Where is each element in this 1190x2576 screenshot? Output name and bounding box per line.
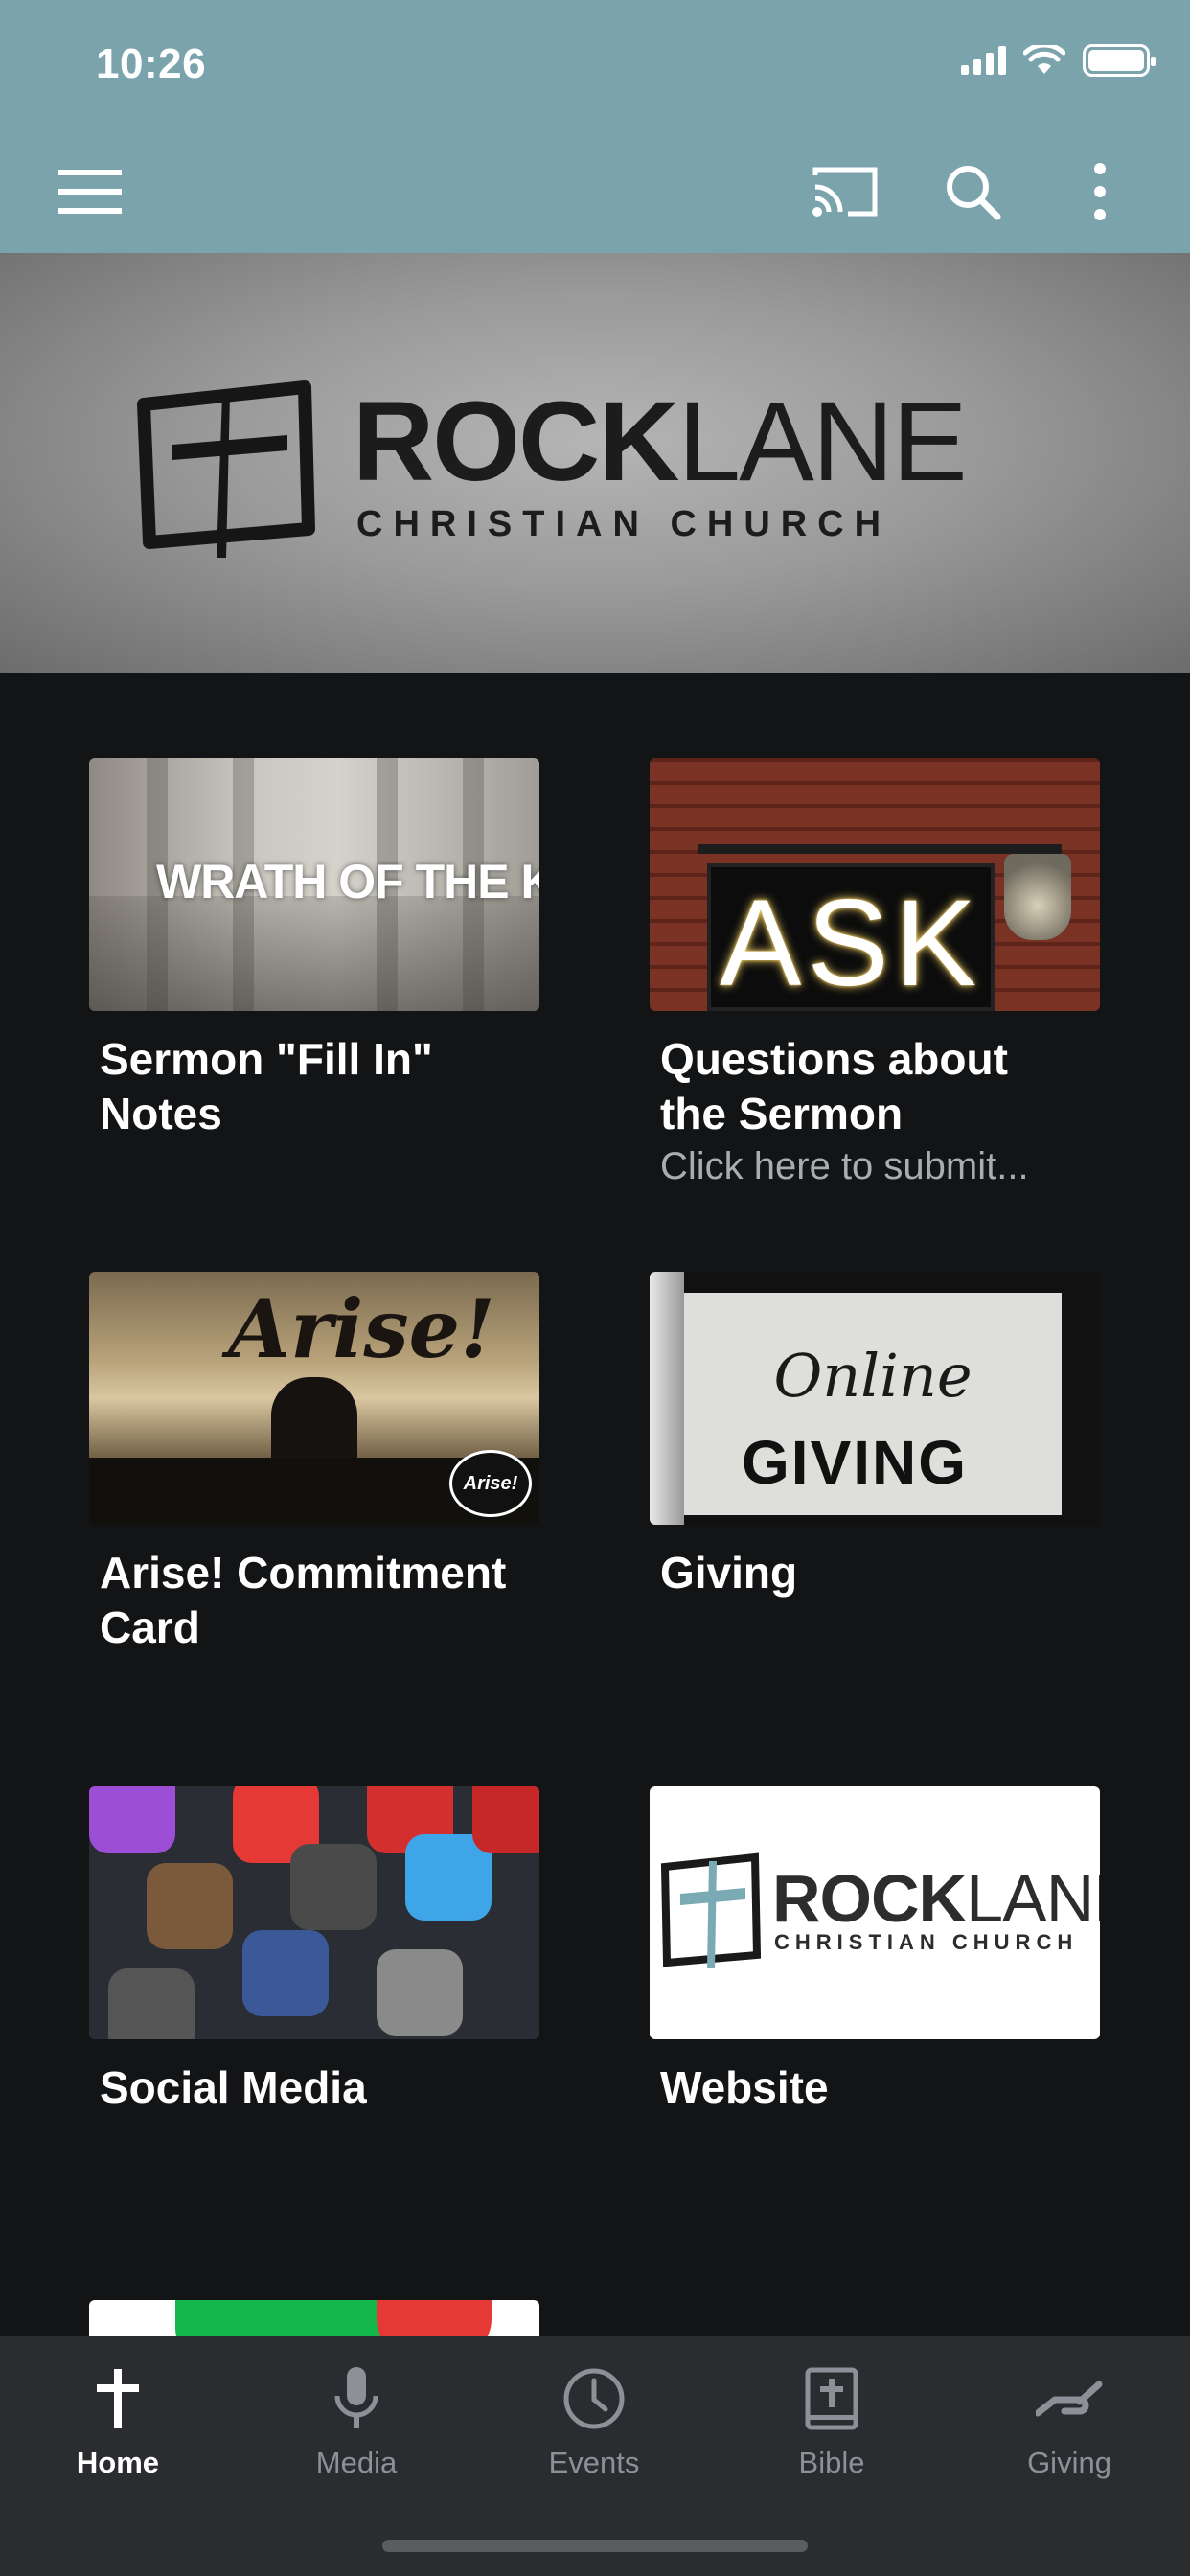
cross-icon — [22, 2361, 214, 2436]
tile-title: Giving — [660, 1548, 798, 1598]
tile-giving[interactable]: Online GIVING Giving — [650, 1272, 1100, 1600]
giving-hand-icon — [973, 2361, 1165, 2436]
church-logo-icon — [660, 1852, 761, 1968]
nav-media[interactable]: Media — [261, 2361, 452, 2480]
wifi-icon — [1023, 45, 1065, 74]
microphone-icon — [261, 2361, 452, 2436]
banner-subtitle: CHRISTIAN CHURCH — [356, 504, 892, 544]
hamburger-menu-icon[interactable] — [52, 153, 128, 230]
home-indicator[interactable] — [382, 2540, 808, 2552]
more-options-icon[interactable] — [1062, 153, 1138, 230]
bible-icon — [736, 2361, 927, 2436]
nav-label: Events — [548, 2446, 640, 2479]
church-banner: ROCKLANE CHRISTIAN CHURCH — [0, 253, 1190, 673]
tile-image: Arise! Arise! — [89, 1272, 539, 1525]
church-logo-icon — [137, 380, 315, 558]
tile-image — [89, 2300, 539, 2336]
status-time: 10:26 — [96, 40, 207, 87]
tile-arise-card[interactable]: Arise! Arise! Arise! Commitment Card — [89, 1272, 539, 1655]
battery-icon — [1083, 44, 1156, 77]
status-icons — [961, 44, 1156, 77]
tile-website[interactable]: ROCKLANE CHRISTIAN CHURCH Website — [650, 1786, 1100, 2115]
tile-image — [89, 1786, 539, 2039]
nav-label: Media — [315, 2446, 398, 2479]
nav-label: Giving — [1027, 2446, 1111, 2479]
tile-questions-sermon[interactable]: ASK Questions about the Sermon Click her… — [650, 758, 1100, 1191]
nav-label: Home — [76, 2446, 160, 2479]
search-icon[interactable] — [934, 153, 1011, 230]
top-app-bar: 10:26 — [0, 0, 1190, 253]
tile-image: Online GIVING — [650, 1272, 1100, 1525]
cellular-signal-icon — [961, 46, 1006, 75]
tile-title: Questions about the Sermon — [660, 1034, 1008, 1138]
banner-title: ROCKLANE — [353, 379, 968, 505]
tile-image: ROCKLANE CHRISTIAN CHURCH — [650, 1786, 1100, 2039]
tile-title: Sermon "Fill In" Notes — [100, 1034, 433, 1138]
tile-title: Arise! Commitment Card — [100, 1548, 507, 1652]
tile-social-media[interactable]: Social Media — [89, 1786, 539, 2115]
clock-icon — [498, 2361, 690, 2436]
tile-image: ASK — [650, 758, 1100, 1011]
nav-bible[interactable]: Bible — [736, 2361, 927, 2480]
tile-partial[interactable] — [89, 2300, 539, 2336]
tile-image: WRATH OF THE KING — [89, 758, 539, 1011]
nav-giving[interactable]: Giving — [973, 2361, 1165, 2480]
nav-events[interactable]: Events — [498, 2361, 690, 2480]
nav-label: Bible — [798, 2446, 865, 2479]
cast-icon[interactable] — [807, 153, 883, 230]
tile-sermon-notes[interactable]: WRATH OF THE KING Sermon "Fill In" Notes — [89, 758, 539, 1141]
nav-home[interactable]: Home — [22, 2361, 214, 2480]
tile-subtitle: Click here to submit... — [660, 1145, 1029, 1187]
tile-title: Website — [660, 2062, 829, 2112]
tile-title: Social Media — [100, 2062, 367, 2112]
